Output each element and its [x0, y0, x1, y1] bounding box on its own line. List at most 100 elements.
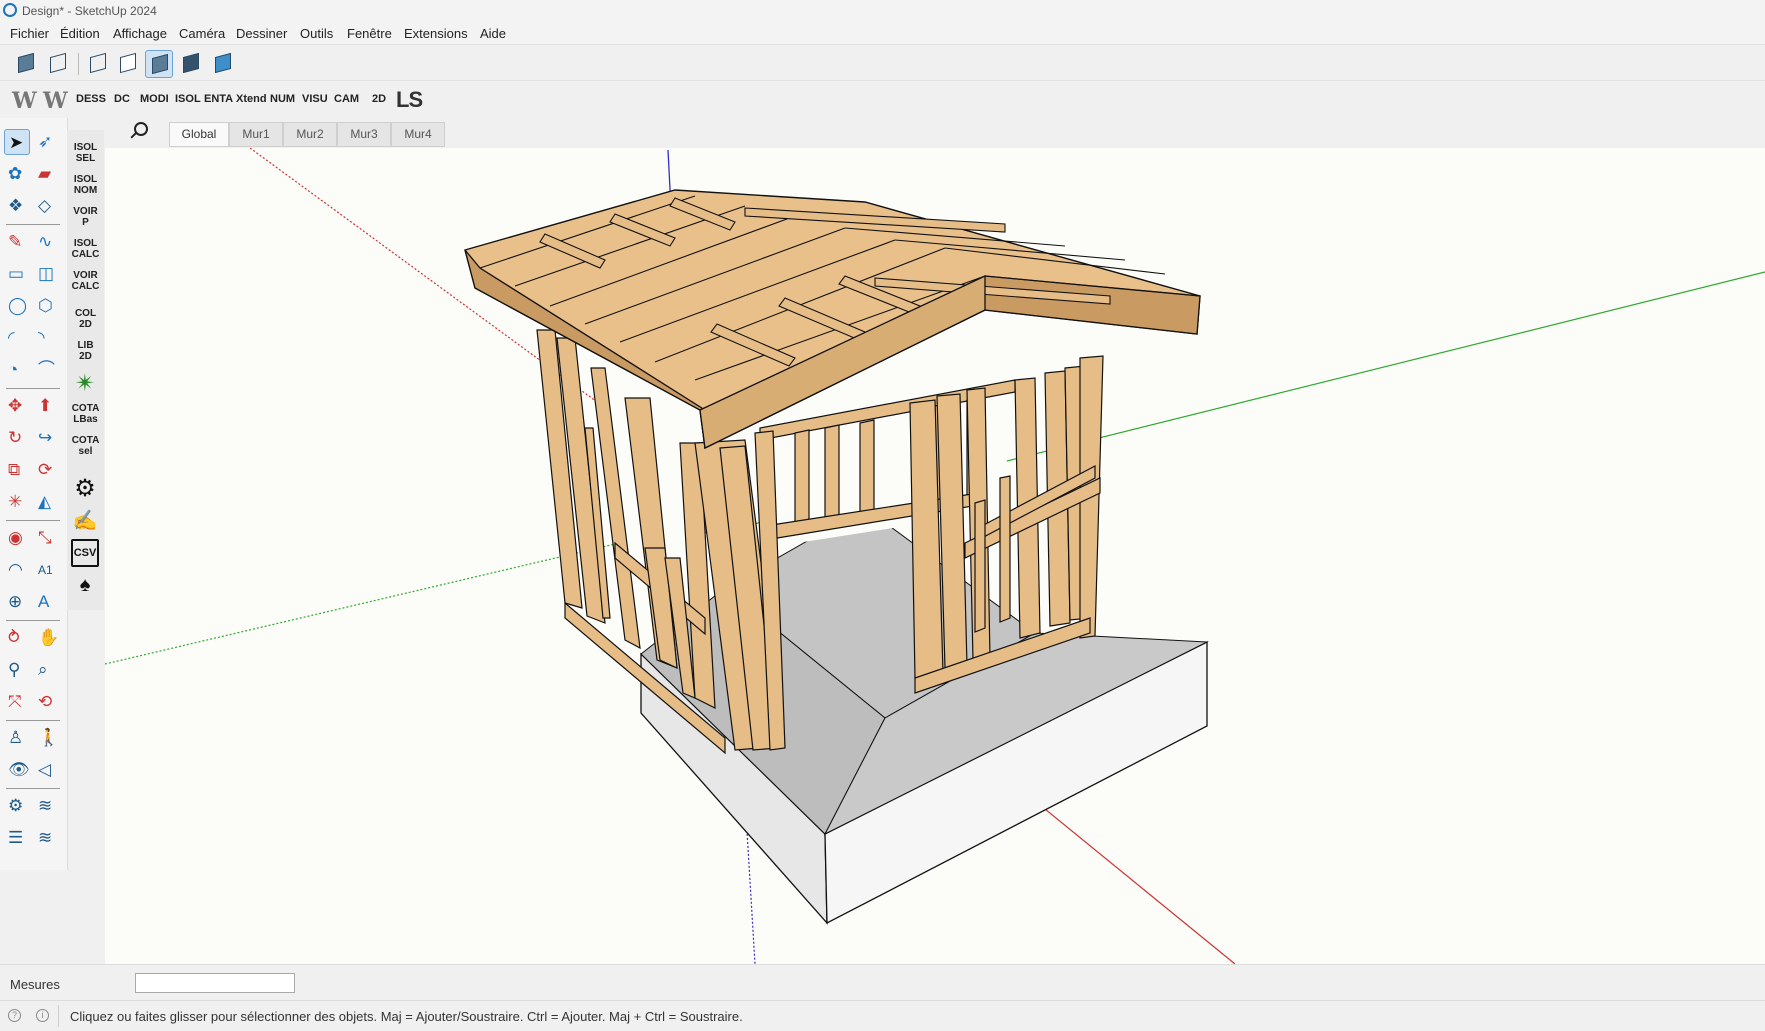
csv-icon[interactable]: CSV — [71, 539, 99, 567]
tab-mur4[interactable]: Mur4 — [391, 122, 445, 147]
model-viewport[interactable] — [105, 148, 1765, 964]
monochrome-button[interactable] — [209, 50, 237, 78]
flip-tool[interactable]: ✳ — [4, 489, 30, 515]
two-point-arc-tool[interactable]: ◝ — [34, 325, 60, 351]
zoom-tool[interactable]: ⚲ — [4, 657, 30, 683]
cam-button[interactable]: CAM — [334, 93, 359, 105]
menu-affichage[interactable]: Affichage — [113, 26, 167, 41]
isol-nom-button[interactable]: ISOL NOM — [67, 174, 104, 196]
gear-icon[interactable]: ⚙ — [71, 475, 99, 503]
orbit-tool[interactable]: ⥁ — [4, 625, 30, 651]
menu-extensions[interactable]: Extensions — [404, 26, 468, 41]
layers-tool[interactable]: ☰ — [4, 825, 30, 851]
hidden-line-button[interactable] — [114, 50, 142, 78]
axes-star-icon[interactable]: ✴ — [71, 370, 99, 398]
geolocation-icon[interactable]: ? — [8, 1009, 21, 1022]
look-around-tool[interactable]: 👁 — [4, 757, 30, 783]
pan-tool[interactable]: ✋ — [34, 625, 60, 651]
tab-mur2[interactable]: Mur2 — [283, 122, 337, 147]
shaded-textures-button[interactable] — [177, 50, 205, 78]
three-point-arc-tool[interactable]: ⌒ — [34, 357, 60, 383]
cota-lbas-button[interactable]: COTA LBas — [67, 403, 104, 425]
zoom-window-tool[interactable]: ⌕ — [34, 657, 60, 683]
rotated-rectangle-tool[interactable]: ◫ — [34, 261, 60, 287]
zoom-extents-tool[interactable]: ⤧ — [4, 689, 30, 715]
lasso-select-tool[interactable]: ➶ — [34, 129, 60, 155]
lib-2d-button[interactable]: LIB 2D — [67, 340, 104, 362]
cota-sel-button[interactable]: COTA sel — [67, 435, 104, 457]
offset-tool[interactable]: ⟳ — [34, 457, 60, 483]
select-tool[interactable]: ➤ — [4, 129, 30, 155]
measurements-input[interactable] — [135, 973, 295, 993]
isol-calc-button[interactable]: ISOL CALC — [67, 238, 104, 260]
rectangle-tool[interactable]: ▭ — [4, 261, 30, 287]
col-2d-button[interactable]: COL 2D — [67, 308, 104, 330]
3d-text-tool[interactable]: A — [34, 589, 60, 615]
xtend-button[interactable]: Xtend — [236, 93, 267, 105]
line-tool[interactable]: ✎ — [4, 229, 30, 255]
edit-list-icon[interactable]: ✍ — [71, 507, 99, 535]
follow-me-tool[interactable]: ↪ — [34, 425, 60, 451]
num-button[interactable]: NUM — [270, 93, 295, 105]
polygon-tool[interactable]: ⬡ — [34, 293, 60, 319]
extension-warehouse-tool[interactable]: ⚙ — [4, 793, 30, 819]
dimension-tool[interactable]: ⤡ — [34, 525, 60, 551]
move-tool[interactable]: ✥ — [4, 393, 30, 419]
xray-style-button[interactable] — [12, 50, 40, 78]
tape-measure-tool[interactable]: ◉ — [4, 525, 30, 551]
menu-fichier[interactable]: Fichier — [10, 26, 49, 41]
menu-edition[interactable]: Édition — [60, 26, 100, 41]
previous-view-tool[interactable]: ⟲ — [34, 689, 60, 715]
pie-tool[interactable]: ◔ — [4, 357, 30, 383]
wireframe-button[interactable] — [84, 50, 112, 78]
mirror-tool[interactable]: ◭ — [34, 489, 60, 515]
section-plane-tool[interactable]: ◁ — [34, 757, 60, 783]
visu-button[interactable]: VISU — [302, 93, 328, 105]
scale-tool[interactable]: ⧉ — [4, 457, 30, 483]
enta-button[interactable]: ENTA — [204, 93, 233, 105]
zoom-extents-icon: ⤧ — [8, 692, 22, 711]
arc-tool[interactable]: ◜ — [4, 325, 30, 351]
rotate-tool[interactable]: ↻ — [4, 425, 30, 451]
tab-global[interactable]: Global — [169, 122, 229, 147]
walk-tool[interactable]: 🚶 — [34, 725, 60, 751]
voir-p-button[interactable]: VOIR P — [67, 206, 104, 228]
zoom-window-icon: ⌕ — [38, 660, 48, 679]
make-component-tool[interactable]: ❖ — [4, 193, 30, 219]
menu-aide[interactable]: Aide — [480, 26, 506, 41]
sandbox-settings-tool[interactable]: ≋ — [34, 825, 60, 851]
protractor-tool[interactable]: ◠ — [4, 557, 30, 583]
w-logo-2-icon[interactable]: W — [43, 88, 68, 114]
tag-tool[interactable]: ◇ — [34, 193, 60, 219]
eraser-tool[interactable]: ▰ — [34, 161, 60, 187]
dess-button[interactable]: DESS — [76, 93, 106, 105]
pencil-icon: ✎ — [8, 232, 23, 251]
menu-outils[interactable]: Outils — [300, 26, 333, 41]
info-icon[interactable]: i — [36, 1009, 49, 1022]
axes-tool[interactable]: ⊕ — [4, 589, 30, 615]
text-tool[interactable]: A1 — [34, 557, 60, 583]
position-camera-tool[interactable]: ♙ — [4, 725, 30, 751]
card-spade-icon[interactable]: ♠ — [71, 571, 99, 599]
menu-camera[interactable]: Caméra — [179, 26, 225, 41]
circle-tool[interactable]: ◯ — [4, 293, 30, 319]
menu-fenetre[interactable]: Fenêtre — [347, 26, 392, 41]
push-pull-tool[interactable]: ⬆ — [34, 393, 60, 419]
paint-bucket-tool[interactable]: ✿ — [4, 161, 30, 187]
shaded-button[interactable] — [145, 50, 173, 78]
ls-brand-button[interactable]: LS — [396, 87, 423, 113]
back-edges-button[interactable] — [44, 50, 72, 78]
search-icon[interactable] — [128, 121, 148, 141]
tab-mur1[interactable]: Mur1 — [229, 122, 283, 147]
sandbox-tool[interactable]: ≋ — [34, 793, 60, 819]
menu-dessiner[interactable]: Dessiner — [236, 26, 287, 41]
2d-button[interactable]: 2D — [372, 93, 386, 105]
isol-sel-button[interactable]: ISOL SEL — [67, 142, 104, 164]
modi-button[interactable]: MODI — [140, 93, 169, 105]
dc-button[interactable]: DC — [114, 93, 130, 105]
voir-calc-button[interactable]: VOIR CALC — [67, 270, 104, 292]
w-logo-1-icon[interactable]: W — [12, 88, 37, 114]
isol-button[interactable]: ISOL — [175, 93, 201, 105]
tab-mur3[interactable]: Mur3 — [337, 122, 391, 147]
freehand-tool[interactable]: ∿ — [34, 229, 60, 255]
